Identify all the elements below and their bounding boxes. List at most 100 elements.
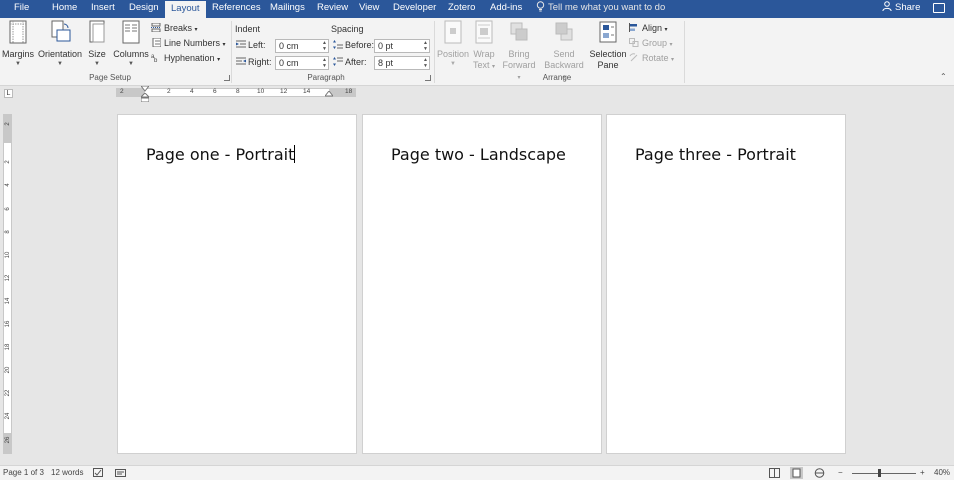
- columns-label: Columns: [113, 49, 149, 59]
- selection-pane-button[interactable]: Selection Pane: [588, 20, 628, 71]
- indent-left-label: Left:: [236, 39, 266, 51]
- position-button[interactable]: Position ▼: [436, 20, 470, 68]
- selection-pane-label-2: Pane: [597, 60, 619, 70]
- indent-left-spinner[interactable]: ▲ ▼: [322, 40, 327, 52]
- ruler-tick: 12: [280, 88, 288, 95]
- line-numbers-label: Line Numbers: [164, 38, 221, 48]
- breaks-button[interactable]: Breaks ▾: [151, 22, 198, 36]
- zoom-slider-thumb[interactable]: [878, 469, 881, 477]
- rotate-icon: [629, 53, 638, 62]
- position-caret: ▼: [450, 61, 456, 67]
- margins-button[interactable]: Margins ▼: [2, 20, 34, 68]
- right-indent-marker[interactable]: [325, 91, 333, 97]
- zoom-level[interactable]: 40%: [934, 466, 950, 480]
- tab-add-ins[interactable]: Add-ins: [490, 0, 522, 18]
- tab-file[interactable]: File: [14, 0, 29, 18]
- tab-layout[interactable]: Layout: [165, 0, 206, 18]
- hanging-indent-marker[interactable]: [141, 93, 149, 102]
- comments-icon[interactable]: [933, 3, 945, 13]
- align-button[interactable]: Align ▾: [629, 22, 668, 36]
- tab-mailings[interactable]: Mailings: [270, 0, 305, 18]
- columns-caret: ▼: [128, 61, 134, 67]
- size-caret: ▼: [94, 61, 100, 67]
- page-size-icon: [89, 20, 105, 43]
- document-page-3[interactable]: Page three - Portrait: [606, 114, 846, 454]
- wrap-text-label-2: Text: [472, 60, 490, 70]
- tab-zotero[interactable]: Zotero: [448, 0, 475, 18]
- columns-icon: [122, 20, 140, 44]
- size-button[interactable]: Size ▼: [86, 20, 108, 68]
- ruler-tick: 2: [120, 88, 124, 95]
- spacing-after-text: After:: [345, 57, 367, 67]
- zoom-slider[interactable]: [852, 473, 916, 474]
- zoom-in-button[interactable]: +: [920, 466, 925, 480]
- hyphenation-button[interactable]: a b Hyphenation ▾: [151, 52, 220, 66]
- page-2-text[interactable]: Page two - Landscape: [391, 145, 566, 164]
- page-1-text[interactable]: Page one - Portrait: [146, 145, 296, 164]
- page-3-text[interactable]: Page three - Portrait: [635, 145, 796, 164]
- spacing-before-value: 0 pt: [378, 41, 394, 51]
- indent-right-spinner[interactable]: ▲ ▼: [322, 57, 327, 69]
- ruler-tick: 8: [5, 230, 11, 234]
- ruler-tick: 8: [236, 88, 240, 95]
- collapse-ribbon-button[interactable]: ⌃: [940, 72, 947, 81]
- ruler-tick: 26: [5, 436, 11, 444]
- first-line-indent-marker[interactable]: [141, 86, 149, 92]
- macro-recording-icon[interactable]: [115, 468, 126, 478]
- page-setup-dialog-launcher[interactable]: [224, 75, 230, 81]
- ruler-tick: 2: [5, 122, 11, 126]
- margins-icon: [9, 20, 27, 44]
- page-count[interactable]: Page 1 of 3: [3, 466, 44, 480]
- share-button[interactable]: Share: [882, 0, 920, 18]
- wrap-text-button[interactable]: Wrap Text ▾: [470, 20, 498, 73]
- spacing-after-field[interactable]: 8 pt ▲ ▼: [374, 56, 430, 70]
- ruler-tick: 2: [167, 88, 171, 95]
- tab-view[interactable]: View: [359, 0, 379, 18]
- word-count[interactable]: 12 words: [51, 466, 83, 480]
- ruler-tick: 6: [213, 88, 217, 95]
- rotate-label: Rotate: [642, 53, 669, 63]
- person-icon: [882, 1, 892, 12]
- zoom-out-button[interactable]: −: [838, 466, 843, 480]
- ruler-tick: 12: [5, 274, 11, 282]
- tell-me-search[interactable]: Tell me what you want to do: [536, 0, 665, 18]
- indent-right-icon: [236, 57, 246, 65]
- tab-selector[interactable]: L: [4, 89, 13, 98]
- document-page-2[interactable]: Page two - Landscape: [362, 114, 602, 454]
- ruler-tick: 22: [5, 389, 11, 397]
- ruler-tick: 16: [5, 320, 11, 328]
- tab-developer[interactable]: Developer: [393, 0, 436, 18]
- line-numbers-button[interactable]: Line Numbers ▾: [151, 37, 226, 51]
- position-label: Position: [436, 49, 470, 59]
- ruler-tick: 10: [257, 88, 265, 95]
- tab-references[interactable]: References: [212, 0, 261, 18]
- horizontal-ruler[interactable]: 2 2 4 6 8 10 12 14 18: [116, 86, 356, 102]
- indent-right-field[interactable]: 0 cm ▲ ▼: [275, 56, 329, 70]
- print-layout-icon[interactable]: [790, 467, 803, 479]
- bring-forward-icon: [510, 22, 528, 41]
- columns-button[interactable]: Columns ▼: [112, 20, 150, 68]
- spacing-after-label: After:: [333, 56, 367, 68]
- group-button[interactable]: Group ▾: [629, 37, 673, 51]
- spacing-after-icon: [333, 57, 343, 66]
- rotate-button[interactable]: Rotate ▾: [629, 52, 674, 66]
- spacing-before-spinner[interactable]: ▲ ▼: [423, 40, 428, 52]
- tab-home[interactable]: Home: [52, 0, 77, 18]
- indent-left-field[interactable]: 0 cm ▲ ▼: [275, 39, 329, 53]
- spacing-after-spinner[interactable]: ▲ ▼: [423, 57, 428, 69]
- read-mode-icon[interactable]: [769, 468, 780, 478]
- vertical-ruler[interactable]: 2 2 4 6 8 10 12 14 16 18 20 22 24 26: [3, 114, 12, 454]
- spacing-before-field[interactable]: 0 pt ▲ ▼: [374, 39, 430, 53]
- tab-insert[interactable]: Insert: [91, 0, 115, 18]
- web-layout-icon[interactable]: [814, 468, 825, 478]
- orientation-button[interactable]: Orientation ▼: [37, 20, 83, 68]
- tab-design[interactable]: Design: [129, 0, 159, 18]
- ribbon: Margins ▼ Orientation ▼ Size ▼ Columns ▼…: [0, 18, 954, 86]
- paragraph-dialog-launcher[interactable]: [425, 75, 431, 81]
- ruler-tick: 14: [303, 88, 311, 95]
- spacing-before-text: Before:: [345, 40, 375, 50]
- document-page-1[interactable]: Page one - Portrait: [117, 114, 357, 454]
- tab-review[interactable]: Review: [317, 0, 348, 18]
- group-caret: ▾: [669, 42, 673, 48]
- proofing-icon[interactable]: [93, 468, 104, 478]
